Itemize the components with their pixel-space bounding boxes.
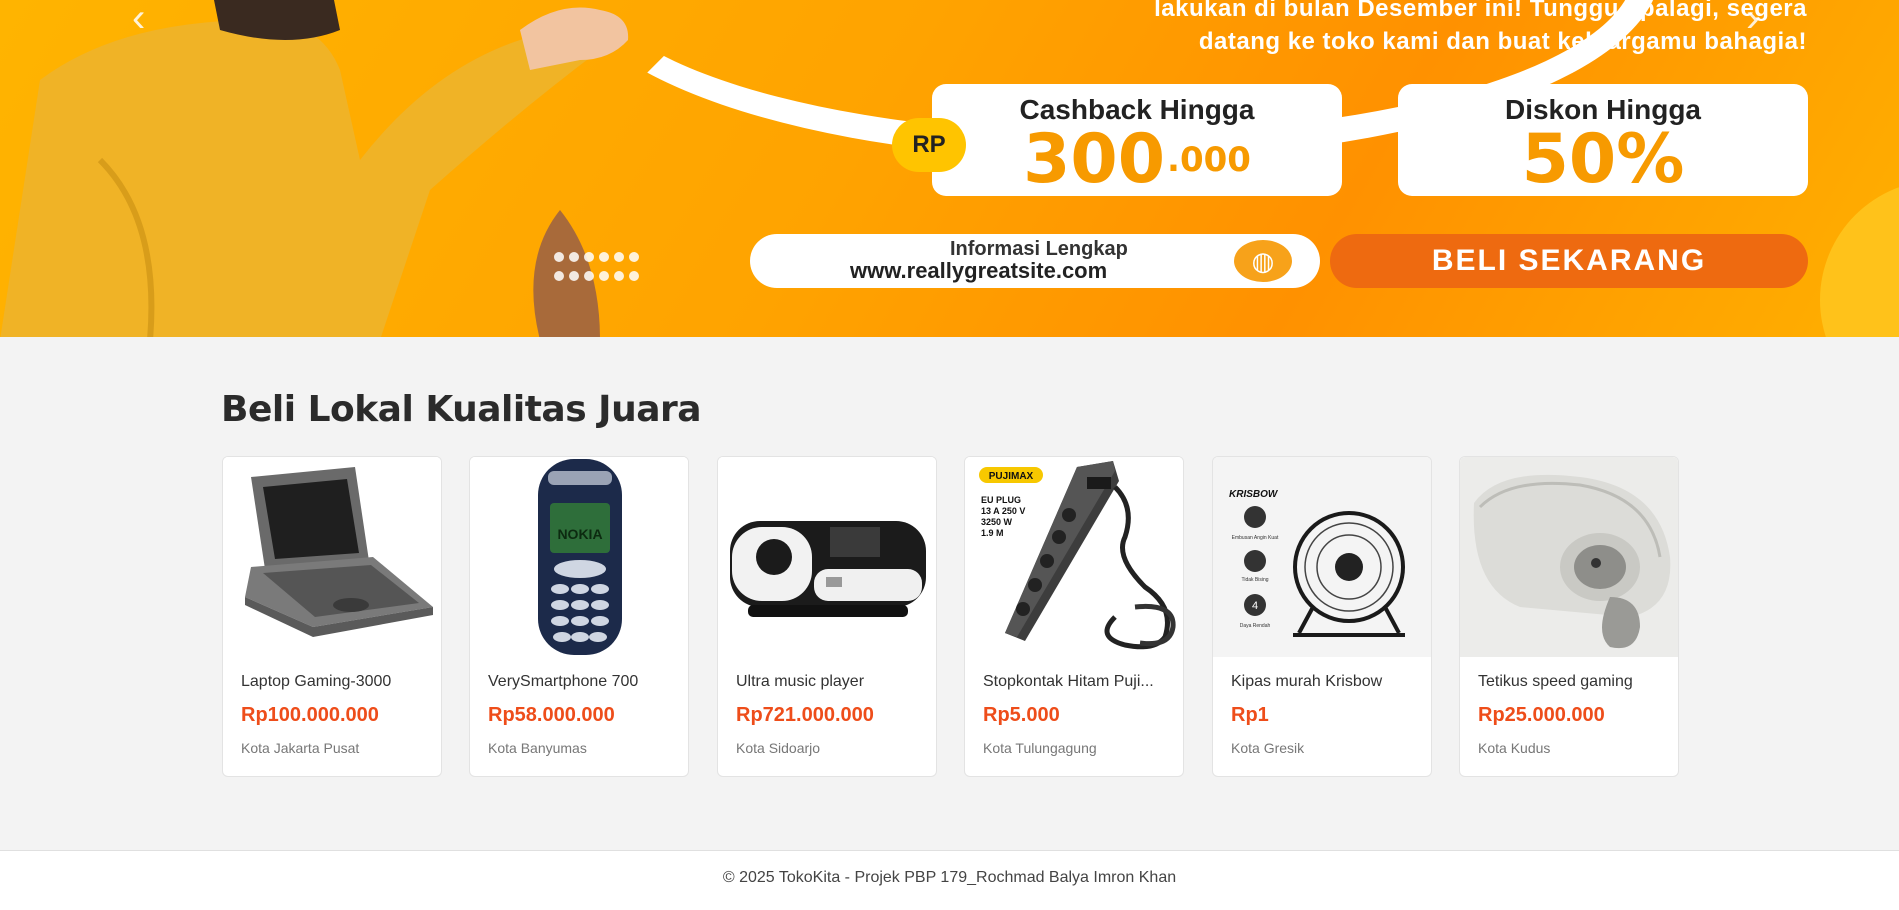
banner-promo-text: lakukan di bulan Desember ini! Tunggu ap… [1154, 0, 1807, 58]
product-image-fan: KRISBOW Embusan Angin Kuat Tidak Bising … [1213, 457, 1431, 657]
buy-now-button[interactable]: BELI SEKARANG [1330, 234, 1808, 288]
product-image-laptop [223, 457, 441, 657]
product-city: Kota Jakarta Pusat [241, 740, 360, 756]
product-city: Kota Kudus [1478, 740, 1551, 756]
promo-line-2: datang ke toko kami dan buat keluargamu … [1198, 28, 1807, 55]
banner-circle [1820, 180, 1899, 337]
product-name: Laptop Gaming-3000 [241, 673, 392, 690]
carousel-prev-arrow[interactable]: ‹ [132, 0, 162, 40]
krisbow-text: KRISBOW [1229, 489, 1279, 500]
product-image-mouse [1460, 457, 1678, 657]
cashback-amount: 300.000 [1023, 120, 1251, 199]
product-card[interactable]: NOKIA VerySmartphone 700 Rp58.000.000 Ko… [469, 456, 689, 777]
product-price: Rp25.000.000 [1478, 704, 1605, 726]
fan-feature-label: Embusan Angin Kuat [1232, 535, 1279, 541]
phone-brand-text: NOKIA [557, 526, 602, 542]
product-city: Kota Banyumas [488, 740, 587, 756]
product-price: Rp1 [1231, 704, 1269, 726]
product-price: Rp100.000.000 [241, 704, 379, 726]
banner-model-image [0, 0, 629, 337]
rp-badge: RP [892, 118, 966, 172]
plug-spec-line: EU PLUG [981, 495, 1021, 505]
plug-spec-line: 3250 W [981, 517, 1013, 527]
product-image-music-player [718, 457, 936, 657]
pujimax-text: PUJIMAX [989, 471, 1034, 482]
fan-feature-label: Daya Rendah [1240, 623, 1271, 629]
product-city: Kota Gresik [1231, 740, 1305, 756]
discount-box: Diskon Hingga 50% [1398, 84, 1808, 196]
product-image-phone: NOKIA [470, 457, 688, 657]
product-card[interactable]: KRISBOW Embusan Angin Kuat Tidak Bising … [1212, 456, 1432, 777]
promo-line-1: lakukan di bulan Desember ini! Tunggu ap… [1154, 0, 1807, 22]
svg-text:4: 4 [1252, 600, 1258, 612]
product-name: VerySmartphone 700 [488, 673, 639, 690]
cashback-box: Cashback Hingga 300.000 [932, 84, 1342, 196]
footer-text: © 2025 TokoKita - Projek PBP 179_Rochmad… [722, 869, 1177, 886]
product-price: Rp721.000.000 [736, 704, 874, 726]
product-list: Laptop Gaming-3000 Rp100.000.000 Kota Ja… [222, 456, 1682, 778]
product-name: Stopkontak Hitam Puji... [983, 673, 1154, 690]
product-price: Rp58.000.000 [488, 704, 615, 726]
product-city: Kota Sidoarjo [736, 740, 821, 756]
product-name: Kipas murah Krisbow [1231, 673, 1383, 690]
product-card[interactable]: Ultra music player Rp721.000.000 Kota Si… [717, 456, 937, 777]
product-card[interactable]: PUJIMAX EU PLUG 13 A 250 V 3250 W 1.9 M … [964, 456, 1184, 777]
product-image-power-strip: PUJIMAX EU PLUG 13 A 250 V 3250 W 1.9 M [965, 457, 1183, 657]
discount-amount: 50% [1521, 120, 1685, 199]
product-name: Tetikus speed gaming [1478, 673, 1633, 690]
product-price: Rp5.000 [983, 704, 1060, 726]
product-card[interactable]: Laptop Gaming-3000 Rp100.000.000 Kota Ja… [222, 456, 442, 777]
fan-feature-label: Tidak Bising [1241, 577, 1268, 583]
product-name: Ultra music player [736, 673, 865, 690]
promo-banner[interactable]: ‹ › lakukan di bulan Desember ini! Tungg… [0, 0, 1899, 337]
banner-dots-decoration [554, 250, 690, 281]
product-card[interactable]: Tetikus speed gaming Rp25.000.000 Kota K… [1459, 456, 1679, 777]
plug-spec-line: 1.9 M [981, 528, 1004, 538]
plug-spec-line: 13 A 250 V [981, 506, 1025, 516]
globe-icon: ◍ [1234, 240, 1292, 282]
product-city: Kota Tulungagung [983, 740, 1097, 756]
page-footer: © 2025 TokoKita - Projek PBP 179_Rochmad… [0, 850, 1899, 910]
section-title: Beli Lokal Kualitas Juara [221, 389, 702, 430]
info-url: www.reallygreatsite.com [850, 258, 1108, 283]
